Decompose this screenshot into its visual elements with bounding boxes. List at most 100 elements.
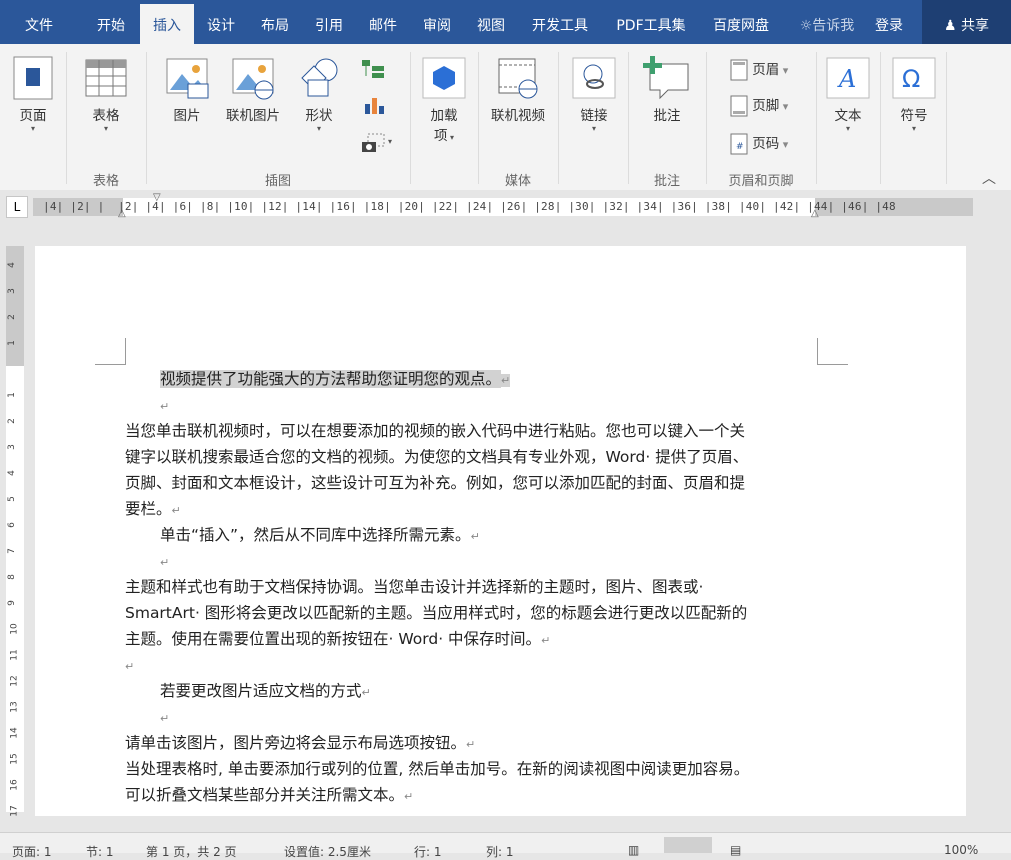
status-bar: 页面: 1 节: 1 第 1 页，共 2 页 设置值: 2.5厘米 行: 1 列…	[0, 832, 1011, 859]
header-button[interactable]: 页眉 ▾	[730, 58, 788, 81]
paragraph-3[interactable]: 单击“插入”，然后从不同库中选择所需元素。↵	[160, 522, 480, 550]
paragraph-mark: ↵	[160, 400, 170, 413]
crop-mark-right	[817, 338, 848, 365]
paragraph-mark: ↵	[160, 556, 170, 569]
picture-button[interactable]: 图片	[160, 56, 214, 124]
paragraph-4-line-1[interactable]: 主题和样式也有助于文档保持协调。当您单击设计并选择新的主题时，图片、图表或·	[125, 574, 703, 600]
smartart-button[interactable]	[360, 58, 386, 84]
table-label: 表格	[92, 108, 120, 124]
comment-button[interactable]: 批注	[638, 54, 696, 124]
vertical-ruler-number: 3	[6, 444, 17, 450]
tab-baidu-disk[interactable]: 百度网盘	[704, 0, 778, 48]
comment-icon	[643, 56, 689, 100]
chart-button[interactable]	[362, 94, 388, 120]
vertical-ruler[interactable]: 4 3 2 1 1 2 3 4 5 6 7 8 9 10 11 12 13 14 15 16 17	[6, 246, 24, 817]
share-button[interactable]: ♟ 共享	[922, 0, 1011, 48]
chevron-down-icon: ▾	[845, 124, 850, 133]
login-button[interactable]: 登录	[866, 0, 912, 48]
page-number-button[interactable]: # 页码 ▾	[730, 132, 788, 155]
tab-file[interactable]: 文件	[10, 0, 68, 48]
paragraph-5[interactable]: 若要更改图片适应文档的方式↵	[160, 678, 371, 706]
chevron-down-icon: ▾	[779, 100, 789, 113]
empty-paragraph[interactable]: ↵	[160, 548, 169, 576]
hanging-indent-marker[interactable]: △	[118, 208, 126, 219]
shapes-button[interactable]: 形状 ▾	[292, 56, 346, 134]
symbol-label: 符号	[900, 108, 928, 124]
collapse-ribbon-icon[interactable]: ︿	[982, 168, 996, 188]
vertical-ruler-number: 4	[6, 262, 17, 268]
zoom-level[interactable]: 100%	[944, 843, 978, 857]
vertical-ruler-number: 12	[9, 675, 20, 687]
link-button[interactable]: 链接 ▾	[568, 56, 620, 134]
symbol-button[interactable]: Ω 符号 ▾	[888, 56, 940, 134]
print-layout-icon[interactable]	[664, 837, 712, 853]
horizontal-ruler[interactable]: |4| |2| | |2| |4| |6| |8| |10| |12| |14|…	[33, 192, 973, 219]
tab-home[interactable]: 开始	[84, 0, 138, 48]
paragraph-2-line-3[interactable]: 页脚、封面和文本框设计，这些设计可互为补充。例如，您可以添加匹配的封面、页眉和提	[125, 470, 745, 496]
menu-bar: 文件 开始 插入 设计 布局 引用 邮件 审阅 视图 开发工具 PDF工具集 百…	[0, 0, 1011, 48]
page-button[interactable]: 页面 ▾	[8, 56, 58, 134]
paragraph-2-line-1[interactable]: 当您单击联机视频时，可以在想要添加的视频的嵌入代码中进行粘贴。您也可以键入一个关	[125, 418, 745, 444]
paragraph-mark: ↵	[466, 738, 476, 751]
read-mode-icon[interactable]: ▥	[628, 843, 639, 857]
text-icon: A	[826, 57, 870, 99]
tab-pdf-tools[interactable]: PDF工具集	[608, 0, 694, 48]
tab-view[interactable]: 视图	[466, 0, 516, 48]
vertical-ruler-number: 3	[6, 288, 17, 294]
separator	[816, 52, 817, 184]
chevron-down-icon: ▾	[591, 124, 596, 133]
footer-button[interactable]: 页脚 ▾	[730, 94, 788, 117]
tab-mailings[interactable]: 邮件	[358, 0, 408, 48]
selected-text: 视频提供了功能强大的方法帮助您证明您的观点。	[160, 370, 502, 388]
tab-developer[interactable]: 开发工具	[522, 0, 598, 48]
lightbulb-icon: ☼	[799, 18, 813, 34]
table-button[interactable]: 表格 ▾	[80, 56, 132, 134]
screenshot-button[interactable]: ▾	[360, 132, 396, 158]
vertical-ruler-number: 15	[9, 753, 20, 765]
paragraph-4-end-text: 主题。使用在需要位置出现的新按钮在· Word· 中保存时间。	[125, 630, 542, 648]
paragraph-2-line-4[interactable]: 要栏。↵	[125, 496, 181, 524]
tab-references[interactable]: 引用	[304, 0, 354, 48]
vertical-ruler-number: 2	[6, 418, 17, 424]
chevron-down-icon: ▾	[779, 64, 789, 77]
web-layout-icon[interactable]: ▤	[730, 843, 741, 857]
online-picture-icon	[232, 58, 274, 100]
empty-paragraph[interactable]: ↵	[125, 652, 134, 680]
ribbon: 页面 ▾ 表格 ▾ 表格 图片 联机图片 形状 ▾ ▾ 插图 加载 项 ▾ 联机…	[0, 44, 1011, 191]
online-video-icon	[498, 58, 538, 99]
vertical-ruler-number: 4	[6, 470, 17, 476]
document-page[interactable]: 视频提供了功能强大的方法帮助您证明您的观点。↵ ↵ 当您单击联机视频时，可以在想…	[35, 246, 966, 816]
paragraph-6-text: 请单击该图片，图片旁边将会显示布局选项按钮。	[125, 734, 467, 752]
tab-layout[interactable]: 布局	[250, 0, 300, 48]
paragraph-1[interactable]: 视频提供了功能强大的方法帮助您证明您的观点。↵	[160, 366, 511, 394]
tab-design[interactable]: 设计	[196, 0, 246, 48]
paragraph-2-line-2[interactable]: 键字以联机搜索最适合您的文档的视频。为使您的文档具有专业外观，Word· 提供了…	[125, 444, 748, 470]
paragraph-7-line-1[interactable]: 当处理表格时, 单击要添加行或列的位置, 然后单击加号。在新的阅读视图中阅读更加…	[125, 756, 749, 782]
tell-me-search[interactable]: ☼告诉我	[792, 0, 862, 48]
screenshot-icon: ▾	[362, 133, 392, 152]
separator	[558, 52, 559, 184]
vertical-ruler-number: 10	[9, 623, 20, 635]
picture-label: 图片	[173, 108, 201, 124]
addins-button[interactable]: 加载 项 ▾	[418, 56, 470, 144]
tab-selector[interactable]: L	[6, 196, 28, 218]
paragraph-4-line-3[interactable]: 主题。使用在需要位置出现的新按钮在· Word· 中保存时间。↵	[125, 626, 550, 654]
paragraph-3-text: 单击“插入”，然后从不同库中选择所需元素。	[160, 526, 471, 544]
empty-paragraph[interactable]: ↵	[160, 392, 169, 420]
online-video-button[interactable]: 联机视频	[486, 56, 550, 124]
paragraph-4-line-2[interactable]: SmartArt· 图形将会更改以匹配新的主题。当应用样式时，您的标题会进行更改…	[125, 600, 747, 626]
empty-paragraph[interactable]: ↵	[160, 704, 169, 732]
chevron-down-icon: ▾	[779, 138, 789, 151]
paragraph-7-line-2[interactable]: 可以折叠文档某些部分并关注所需文本。↵	[125, 782, 413, 810]
right-indent-marker[interactable]: △	[811, 208, 819, 219]
online-picture-button[interactable]: 联机图片	[220, 56, 286, 124]
paragraph-6[interactable]: 请单击该图片，图片旁边将会显示布局选项按钮。↵	[125, 730, 475, 758]
first-line-indent-marker[interactable]: ▽	[153, 192, 161, 203]
group-label-media: 媒体	[504, 174, 531, 189]
textbox-button[interactable]: A 文本 ▾	[822, 56, 874, 134]
vertical-ruler-number: 14	[9, 727, 20, 739]
tab-review[interactable]: 审阅	[412, 0, 462, 48]
online-picture-label: 联机图片	[226, 108, 280, 124]
tab-insert[interactable]: 插入	[140, 4, 194, 48]
paragraph-7-end-text: 可以折叠文档某些部分并关注所需文本。	[125, 786, 405, 804]
